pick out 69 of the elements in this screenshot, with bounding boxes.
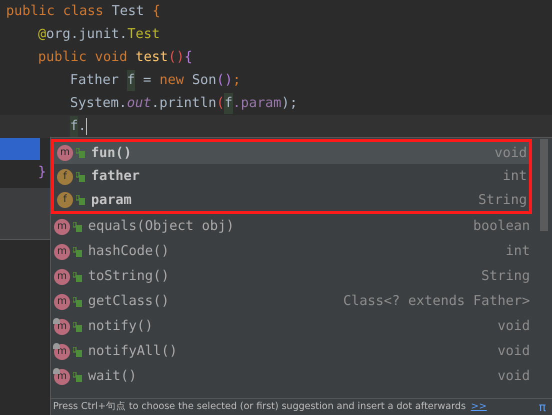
suggestion-name: toString() [88,267,170,286]
suggestion-item[interactable]: f father int [51,164,532,189]
code-token: System. [70,94,127,114]
return-type: String [478,190,527,210]
suggestion-name: hashCode() [88,242,170,262]
code-token: ; [232,71,241,90]
code-token: () [168,48,184,68]
gutter-highlight [0,138,40,160]
method-icon: m [54,244,70,260]
field-icon: f [57,168,73,184]
code-token: () [216,71,233,90]
return-type: String [481,267,530,286]
code-token: .println [151,94,216,114]
suggestion-name: father [91,167,140,186]
hint-text: Press Ctrl+句点 to choose the selected (or first) suggestion and insert a dot afterwards [53,400,466,414]
pin-button[interactable]: π [538,398,546,415]
return-type: void [494,144,527,163]
suggestion-name: getClass() [88,292,170,312]
suggestion-name: fun() [91,144,132,163]
method-icon: m [54,218,70,234]
code-token: @ [38,25,46,44]
code-token: out [126,94,152,114]
return-type: void [497,367,530,386]
suggestion-item[interactable]: m hashCode() int [51,239,532,264]
suggestion-item[interactable]: m equals(Object obj) boolean [51,214,532,239]
code-token: Father [70,71,120,90]
code-token: ); [281,94,298,114]
code-token: new [159,71,185,90]
return-type: void [497,342,530,362]
suggestion-name: notify() [88,317,154,336]
suggestion-item[interactable]: m fun() void [51,139,532,164]
code-token: f [224,93,233,114]
suggestion-item[interactable]: m toString() String [51,264,532,289]
code-token: f [126,70,136,91]
code-token: { [152,2,160,22]
suggestion-item[interactable]: m notifyAll() void [51,339,532,364]
suggestion-item[interactable]: m notify() void [51,314,532,339]
suggestion-name: equals(Object obj) [88,217,234,236]
code-token: org.junit. [46,25,128,44]
code-token: . [78,117,86,136]
return-type: Class<? extends Father> [343,292,530,312]
field-icon: f [57,192,73,208]
code-token: Test [127,25,160,44]
return-type: boolean [473,217,530,236]
code-token: ( [216,94,224,114]
suggestion-name: param [91,190,132,210]
code-token: public class [6,2,105,22]
suggestion-name: wait() [88,367,137,386]
code-token: public void [38,48,128,68]
suggestion-item[interactable]: f param String [51,189,532,214]
code-token: f [70,116,78,137]
suggestion-name: notifyAll() [88,342,178,362]
code-token: Son [192,71,216,90]
code-token: .param [232,94,282,114]
return-type: int [502,167,527,186]
method-icon: m [57,145,73,161]
suggestion-item[interactable]: m wait() void [51,364,532,389]
code-token: = [142,71,152,90]
method-icon: m [54,268,70,284]
suggestion-item[interactable]: m getClass() Class<? extends Father> [51,289,532,314]
method-icon: m [54,294,70,310]
code-token: { [184,48,192,68]
return-type: int [506,242,530,262]
code-token: test [136,48,168,68]
text-caret [86,118,88,135]
hint-link[interactable]: >> [470,400,487,414]
code-token: Test [112,2,146,22]
return-type: void [497,317,530,336]
code-token: } [38,163,46,182]
